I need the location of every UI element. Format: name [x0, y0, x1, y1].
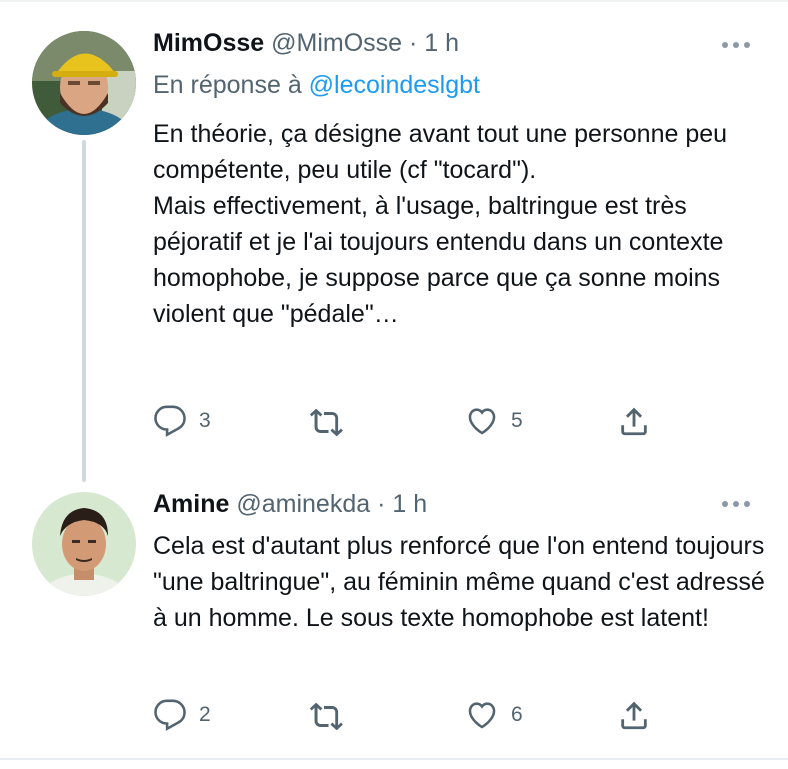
reply-button[interactable]: 3	[153, 401, 211, 441]
share-icon	[621, 407, 647, 436]
like-icon	[468, 702, 496, 729]
share-icon	[621, 701, 647, 730]
tweet-text-paragraph: Cela est d'autant plus renforcé que l'on…	[153, 532, 765, 632]
reply-icon	[154, 405, 186, 437]
separator-dot: ·	[377, 490, 386, 518]
reply-icon	[154, 699, 186, 731]
top-divider	[0, 0, 788, 2]
author-name[interactable]: Amine	[153, 490, 229, 518]
reply-context: En réponse à @lecoindeslgbt	[153, 70, 480, 100]
tweet-text-paragraph: En théorie, ça désigne avant tout une pe…	[153, 120, 728, 184]
reply-button[interactable]: 2	[153, 695, 211, 735]
bottom-divider	[0, 758, 788, 760]
like-button[interactable]: 6	[465, 695, 523, 735]
reply-count: 3	[199, 409, 211, 432]
author-name[interactable]: MimOsse	[153, 29, 264, 57]
separator-dot: ·	[409, 29, 418, 57]
more-icon[interactable]	[722, 501, 750, 507]
tweet-header: MimOsse @MimOsse · 1 h	[153, 28, 459, 58]
reply-count: 2	[199, 703, 211, 726]
retweet-button[interactable]	[309, 401, 345, 441]
tweet-time[interactable]: 1 h	[392, 490, 427, 518]
tweet-actions: 2 6	[153, 695, 663, 735]
tweet-header: Amine @aminekda · 1 h	[153, 489, 427, 519]
like-icon	[468, 408, 496, 435]
tweet-text-paragraph: Mais effectivement, à l'usage, baltringu…	[153, 192, 724, 328]
retweet-icon	[309, 703, 343, 730]
thread-connector-line	[82, 140, 86, 482]
avatar-amine[interactable]	[32, 492, 136, 596]
retweet-icon	[309, 409, 343, 436]
tweet-text: En théorie, ça désigne avant tout une pe…	[153, 116, 768, 332]
share-button[interactable]	[617, 695, 651, 735]
tweet-actions: 3 5	[153, 401, 663, 441]
retweet-button[interactable]	[309, 695, 345, 735]
like-count: 6	[511, 703, 523, 726]
author-handle[interactable]: @MimOsse	[271, 29, 402, 57]
like-button[interactable]: 5	[465, 401, 523, 441]
reply-prefix: En réponse à	[153, 71, 309, 99]
avatar-mimosse[interactable]	[32, 31, 136, 135]
tweet-text: Cela est d'autant plus renforcé que l'on…	[153, 528, 768, 636]
more-icon[interactable]	[722, 42, 750, 48]
tweet-time[interactable]: 1 h	[424, 29, 459, 57]
author-handle[interactable]: @aminekda	[236, 490, 370, 518]
share-button[interactable]	[617, 401, 651, 441]
reply-mention-link[interactable]: @lecoindeslgbt	[309, 71, 480, 99]
like-count: 5	[511, 409, 523, 432]
